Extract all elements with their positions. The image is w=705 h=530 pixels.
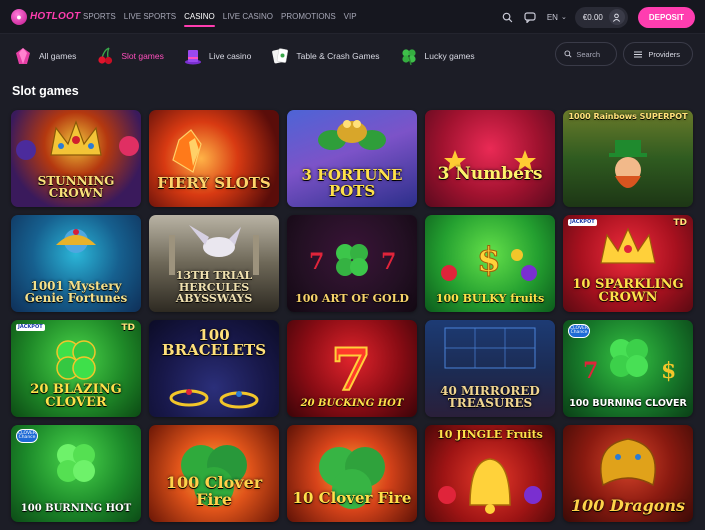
game-title: 100 BULKY fruits bbox=[435, 291, 545, 305]
game-tile-100-burning-hot[interactable]: CLOVER Chance 100 BURNING HOT bbox=[11, 425, 141, 522]
section-title: Slot games bbox=[12, 84, 79, 98]
language-selector[interactable]: EN ⌄ bbox=[547, 13, 567, 22]
category-label: Live casino bbox=[208, 51, 252, 61]
main-nav: SPORTS LIVE SPORTS CASINO LIVE CASINO PR… bbox=[83, 0, 365, 34]
game-title: 40 MIRRORED TREASURES bbox=[440, 383, 540, 410]
game-title: 100 BURNING CLOVER bbox=[569, 398, 687, 410]
game-title: 13TH TRIAL HERCULES ABYSSWAYS bbox=[175, 269, 253, 305]
svg-text:7: 7 bbox=[331, 336, 371, 404]
game-tile-20-blazing-clover[interactable]: JACKPOT TD 20 BLAZING CLOVER bbox=[11, 320, 141, 417]
category-label: Table & Crash Games bbox=[296, 51, 380, 61]
header-actions: EN ⌄ €0.00 DEPOSIT bbox=[495, 0, 695, 34]
game-title: 100 BRACELETS bbox=[161, 326, 267, 360]
jackpot-cards-badge: JACKPOT bbox=[568, 219, 597, 226]
nav-item-sports[interactable]: SPORTS bbox=[83, 0, 116, 34]
svg-text:7: 7 bbox=[309, 249, 324, 275]
category-table-crash-games[interactable]: Table & Crash Games bbox=[269, 42, 380, 70]
balance-amount: €0.00 bbox=[582, 12, 603, 22]
game-tile-10-jingle-fruits[interactable]: 10 JINGLE Fruits bbox=[425, 425, 555, 522]
jackpot-cards-badge: JACKPOT bbox=[16, 324, 45, 331]
language-label: EN bbox=[546, 12, 558, 22]
logo-text: HOTLOOT bbox=[30, 11, 81, 22]
category-lucky-games[interactable]: Lucky games bbox=[398, 42, 475, 70]
game-tile-3-fortune-pots[interactable]: 3 FORTUNE POTS bbox=[287, 110, 417, 207]
svg-text:$: $ bbox=[661, 358, 676, 384]
game-title: 1001 Mystery Genie Fortunes bbox=[24, 278, 128, 305]
game-tile-100-bracelets[interactable]: 100 BRACELETS bbox=[149, 320, 279, 417]
td-badge: TD bbox=[673, 218, 687, 228]
chat-icon[interactable] bbox=[521, 8, 539, 26]
nav-item-casino[interactable]: CASINO bbox=[184, 0, 215, 34]
game-tile-40-mirrored-treasures[interactable]: 40 MIRRORED TREASURES bbox=[425, 320, 555, 417]
game-title: 3 Numbers bbox=[437, 163, 543, 184]
search-input[interactable] bbox=[576, 49, 613, 59]
game-tile-100-clover-fire[interactable]: 100 Clover Fire bbox=[149, 425, 279, 522]
game-title: 100 ART OF GOLD bbox=[295, 291, 409, 305]
deposit-button[interactable]: DEPOSIT bbox=[637, 6, 695, 28]
game-title: 100 Dragons bbox=[570, 495, 686, 515]
user-icon[interactable] bbox=[608, 9, 625, 25]
logo-icon: ● bbox=[11, 8, 27, 25]
game-title: 3 FORTUNE POTS bbox=[301, 166, 403, 200]
clover-chance-badge: CLOVER Chance bbox=[16, 429, 38, 443]
game-title: 20 BLAZING CLOVER bbox=[30, 381, 122, 410]
game-title: 20 BUCKING HOT bbox=[300, 397, 404, 409]
td-badge: TD bbox=[121, 323, 135, 333]
menu-lines-icon bbox=[634, 51, 643, 57]
game-tile-100-burning-clover[interactable]: CLOVER Chance 7 $ 100 BURNING CLOVER bbox=[563, 320, 693, 417]
nav-item-promotions[interactable]: PROMOTIONS bbox=[281, 0, 336, 34]
game-tile-fiery-slots[interactable]: FIERY SLOTS bbox=[149, 110, 279, 207]
search-icon bbox=[564, 50, 572, 58]
category-live-casino[interactable]: Live casino bbox=[182, 42, 252, 70]
game-title: FIERY SLOTS bbox=[157, 173, 271, 192]
game-tile-10-sparkling-crown[interactable]: JACKPOT TD 10 SPARKLING CROWN bbox=[563, 215, 693, 312]
nav-item-vip[interactable]: VIP bbox=[344, 0, 357, 34]
category-label: Slot games bbox=[121, 51, 164, 61]
game-title: 10 Clover Fire bbox=[292, 488, 412, 507]
game-tile-20-bucking-hot[interactable]: 7 20 BUCKING HOT bbox=[287, 320, 417, 417]
category-label: Lucky games bbox=[424, 51, 475, 61]
clover-chance-badge: CLOVER Chance bbox=[568, 324, 590, 338]
chevron-down-icon: ⌄ bbox=[560, 14, 567, 21]
game-search[interactable] bbox=[555, 42, 618, 66]
brand-logo[interactable]: ● HOTLOOT bbox=[11, 8, 83, 25]
game-title: STUNNING CROWN bbox=[37, 173, 115, 200]
game-tile-10-clover-fire[interactable]: 10 Clover Fire bbox=[287, 425, 417, 522]
game-tile-100-art-of-gold[interactable]: 7 7 100 ART OF GOLD bbox=[287, 215, 417, 312]
category-label: All games bbox=[39, 51, 77, 61]
svg-text:7: 7 bbox=[381, 249, 396, 275]
game-tile-100-dragons[interactable]: 100 Dragons bbox=[563, 425, 693, 522]
top-navigation-bar: ● HOTLOOT SPORTS LIVE SPORTS CASINO LIVE… bbox=[0, 0, 705, 34]
magic-hat-icon bbox=[182, 45, 204, 67]
leprechaun-icon bbox=[609, 140, 647, 188]
game-tile-13th-trial-hercules[interactable]: 13TH TRIAL HERCULES ABYSSWAYS bbox=[149, 215, 279, 312]
game-title: 10 SPARKLING CROWN bbox=[572, 276, 684, 305]
providers-button[interactable]: Providers bbox=[623, 42, 693, 66]
nav-item-live-sports[interactable]: LIVE SPORTS bbox=[124, 0, 176, 34]
game-tile-1001-mystery-genie[interactable]: 1001 Mystery Genie Fortunes bbox=[11, 215, 141, 312]
cherries-icon bbox=[94, 45, 116, 67]
category-all-games[interactable]: All games bbox=[12, 42, 76, 70]
gem-icon bbox=[12, 45, 34, 67]
game-tile-3-numbers[interactable]: 3 Numbers bbox=[425, 110, 555, 207]
game-grid: STUNNING CROWN FIERY SLOTS 3 FORTUNE POT… bbox=[11, 110, 693, 522]
game-tile-stunning-crown[interactable]: STUNNING CROWN bbox=[11, 110, 141, 207]
nav-item-live-casino[interactable]: LIVE CASINO bbox=[223, 0, 273, 34]
svg-text:7: 7 bbox=[583, 358, 598, 384]
category-tools: Providers bbox=[555, 42, 693, 66]
svg-text:$: $ bbox=[477, 240, 501, 280]
game-tile-1000-rainbows-superpot[interactable]: 1000 Rainbows SUPERPOT bbox=[563, 110, 693, 207]
game-title: 1000 Rainbows SUPERPOT bbox=[568, 112, 688, 121]
cards-icon bbox=[269, 45, 291, 67]
search-icon[interactable] bbox=[499, 8, 517, 26]
category-slot-games[interactable]: Slot games bbox=[94, 42, 164, 70]
providers-label: Providers bbox=[648, 49, 680, 59]
balance-widget[interactable]: €0.00 bbox=[574, 6, 628, 28]
game-title: 100 Clover Fire bbox=[165, 473, 263, 509]
clover-icon bbox=[398, 45, 420, 67]
game-title: 100 BURNING HOT bbox=[20, 502, 132, 514]
game-tile-100-bulky-fruits[interactable]: $ 100 BULKY fruits bbox=[425, 215, 555, 312]
game-title: 10 JINGLE Fruits bbox=[437, 428, 543, 441]
category-bar: All games Slot games Live casino Table &… bbox=[0, 38, 705, 74]
